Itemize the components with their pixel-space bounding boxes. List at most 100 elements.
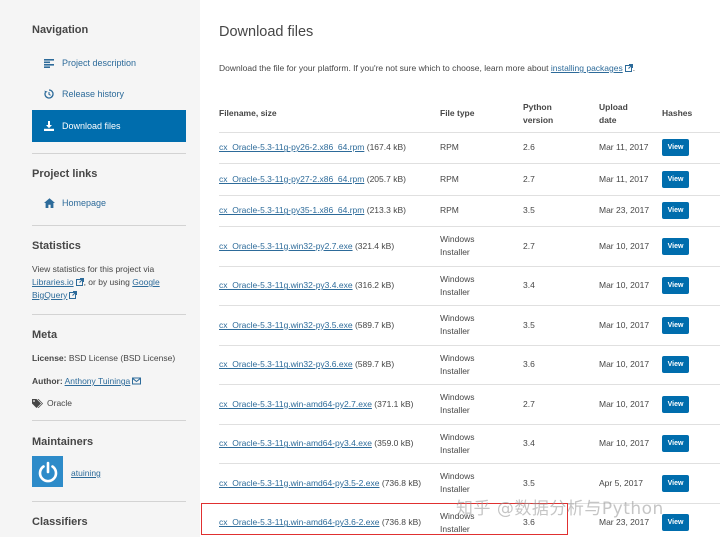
filename-cell: cx_Oracle-5.3-11g.win32-py2.7.exe (321.4… bbox=[219, 226, 440, 267]
view-hashes-button[interactable]: View bbox=[662, 237, 689, 255]
envelope-icon bbox=[132, 377, 142, 385]
filename-cell: cx_Oracle-5.3-11g.win32-py3.6.exe (589.7… bbox=[219, 345, 440, 385]
nav-download-files[interactable]: Download files bbox=[32, 110, 186, 142]
nav-project-description[interactable]: Project description bbox=[32, 47, 186, 79]
filename-link[interactable]: cx_Oracle-5.3-11g.win-amd64-py3.4.exe bbox=[219, 438, 372, 448]
filetype-cell: Windows Installer bbox=[440, 345, 523, 385]
view-hashes-button[interactable]: View bbox=[662, 356, 689, 374]
col-upload-date: Upload date bbox=[599, 96, 662, 133]
files-table: Filename, size File type Python version U… bbox=[219, 96, 720, 537]
upload-date-cell: Mar 10, 2017 bbox=[599, 345, 662, 385]
license-line: License: BSD License (BSD License) bbox=[32, 352, 186, 365]
filetype-line1: Windows bbox=[440, 234, 475, 245]
filetype-line2: Installer bbox=[440, 523, 470, 534]
filetype-cell: RPM bbox=[440, 195, 523, 227]
filename-cell: cx_Oracle-5.3-11g-py35-1.x86_64.rpm (213… bbox=[219, 195, 440, 227]
col-hashes: Hashes bbox=[662, 96, 720, 133]
python-version-cell: 2.7 bbox=[523, 163, 599, 196]
file-size: (321.4 kB) bbox=[354, 240, 395, 251]
view-hashes-button[interactable]: View bbox=[662, 170, 689, 188]
view-hashes-button[interactable]: View bbox=[662, 202, 689, 220]
filename-link[interactable]: cx_Oracle-5.3-11g.win32-py3.6.exe bbox=[219, 359, 353, 369]
google-link[interactable]: Google bbox=[132, 277, 159, 287]
file-size: (736.8 kB) bbox=[381, 477, 422, 488]
filetype-cell: Windows Installer bbox=[440, 424, 523, 464]
filename-link[interactable]: cx_Oracle-5.3-11g.win32-py3.4.exe bbox=[219, 280, 353, 290]
filename-cell: cx_Oracle-5.3-11g.win-amd64-py3.4.exe (3… bbox=[219, 424, 440, 464]
upload-date-cell: Mar 10, 2017 bbox=[599, 226, 662, 267]
filetype-line1: RPM bbox=[440, 205, 459, 216]
filename-link[interactable]: cx_Oracle-5.3-11g-py35-1.x86_64.rpm bbox=[219, 205, 364, 215]
view-hashes-button[interactable]: View bbox=[662, 435, 689, 453]
table-row: cx_Oracle-5.3-11g-py27-2.x86_64.rpm (205… bbox=[219, 163, 720, 196]
view-hashes-button[interactable]: View bbox=[662, 139, 689, 157]
hashes-cell: View bbox=[662, 132, 720, 164]
homepage-link[interactable]: Homepage bbox=[32, 187, 186, 219]
file-size: (213.3 kB) bbox=[366, 205, 406, 216]
filetype-line2: Installer bbox=[440, 286, 470, 297]
filename-link[interactable]: cx_Oracle-5.3-11g-py27-2.x86_64.rpm bbox=[219, 174, 364, 184]
maintainer-link[interactable]: atuining bbox=[71, 468, 101, 478]
filetype-line1: Windows bbox=[440, 313, 475, 324]
filename-cell: cx_Oracle-5.3-11g-py26-2.x86_64.rpm (167… bbox=[219, 132, 440, 164]
filetype-line2: Installer bbox=[440, 405, 470, 416]
intro-text: Download the file for your platform. If … bbox=[219, 63, 635, 73]
avatar[interactable] bbox=[32, 456, 63, 487]
table-row: cx_Oracle-5.3-11g-py26-2.x86_64.rpm (167… bbox=[219, 132, 720, 164]
homepage-label: Homepage bbox=[62, 198, 107, 208]
python-version-cell: 2.6 bbox=[523, 132, 599, 164]
filename-link[interactable]: cx_Oracle-5.3-11g.win-amd64-py3.5-2.exe bbox=[219, 478, 379, 488]
license-label: License: bbox=[32, 353, 67, 363]
table-row: cx_Oracle-5.3-11g.win-amd64-py3.4.exe (3… bbox=[219, 424, 720, 464]
bigquery-link[interactable]: BigQuery bbox=[32, 290, 67, 300]
nav-release-history[interactable]: Release history bbox=[32, 78, 186, 110]
navigation-heading: Navigation bbox=[32, 24, 89, 36]
divider bbox=[32, 225, 186, 226]
divider bbox=[32, 153, 186, 154]
hashes-cell: View bbox=[662, 384, 720, 425]
hashes-cell: View bbox=[662, 345, 720, 385]
filetype-line1: Windows bbox=[440, 471, 475, 482]
libraries-io-link[interactable]: Libraries.io bbox=[32, 277, 74, 287]
watermark: 知乎 @数据分析与Python bbox=[456, 499, 664, 519]
file-size: (359.0 kB) bbox=[374, 438, 414, 449]
tag-oracle[interactable]: Oracle bbox=[47, 397, 72, 410]
filename-link[interactable]: cx_Oracle-5.3-11g.win-amd64-py2.7.exe bbox=[219, 399, 372, 409]
filename-link[interactable]: cx_Oracle-5.3-11g.win-amd64-py3.6-2.exe bbox=[219, 517, 379, 527]
python-version-cell: 3.5 bbox=[523, 195, 599, 227]
filetype-cell: Windows Installer bbox=[440, 305, 523, 346]
view-hashes-button[interactable]: View bbox=[662, 277, 689, 295]
upload-date-cell: Mar 11, 2017 bbox=[599, 163, 662, 196]
view-hashes-button[interactable]: View bbox=[662, 474, 689, 492]
installing-packages-link[interactable]: installing packages bbox=[551, 63, 623, 73]
filename-cell: cx_Oracle-5.3-11g.win-amd64-py3.5-2.exe … bbox=[219, 463, 440, 504]
statistics-heading: Statistics bbox=[32, 240, 81, 252]
filename-link[interactable]: cx_Oracle-5.3-11g.win32-py3.5.exe bbox=[219, 320, 353, 330]
history-icon bbox=[42, 89, 56, 99]
filetype-line2: Installer bbox=[440, 484, 470, 495]
filename-link[interactable]: cx_Oracle-5.3-11g.win32-py2.7.exe bbox=[219, 241, 353, 251]
file-size: (589.7 kB) bbox=[354, 359, 395, 370]
upload-date-cell: Mar 10, 2017 bbox=[599, 305, 662, 346]
hashes-cell: View bbox=[662, 195, 720, 227]
external-link-icon bbox=[69, 291, 78, 299]
table-row: cx_Oracle-5.3-11g-py35-1.x86_64.rpm (213… bbox=[219, 195, 720, 227]
view-hashes-button[interactable]: View bbox=[662, 316, 689, 334]
author-label: Author: bbox=[32, 376, 63, 386]
hashes-cell: View bbox=[662, 463, 720, 504]
intro-body: Download the file for your platform. If … bbox=[219, 63, 549, 73]
python-version-cell: 3.4 bbox=[523, 424, 599, 464]
nav-label: Download files bbox=[62, 121, 121, 131]
filename-cell: cx_Oracle-5.3-11g-py27-2.x86_64.rpm (205… bbox=[219, 163, 440, 196]
col-filetype: File type bbox=[440, 96, 523, 133]
view-hashes-button[interactable]: View bbox=[662, 514, 689, 532]
hashes-cell: View bbox=[662, 226, 720, 267]
hashes-cell: View bbox=[662, 266, 720, 306]
author-link[interactable]: Anthony Tuininga bbox=[65, 376, 131, 386]
classifiers-heading: Classifiers bbox=[32, 516, 88, 528]
col-python-line1: Python bbox=[523, 101, 552, 112]
view-hashes-button[interactable]: View bbox=[662, 395, 689, 413]
hashes-cell: View bbox=[662, 503, 720, 537]
python-version-cell: 3.6 bbox=[523, 345, 599, 385]
filename-link[interactable]: cx_Oracle-5.3-11g-py26-2.x86_64.rpm bbox=[219, 142, 364, 152]
